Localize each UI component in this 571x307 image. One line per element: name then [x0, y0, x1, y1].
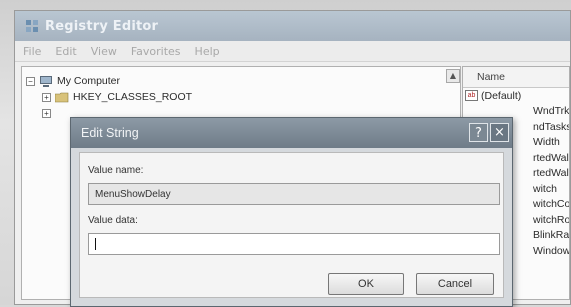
- value-data-label: Value data:: [88, 215, 138, 226]
- dialog-body: Value name: MenuShowDelay Value data: OK…: [79, 152, 504, 298]
- column-header-label: Name: [477, 71, 506, 83]
- tree-item-label: HKEY_CLASSES_ROOT: [73, 91, 193, 103]
- cancel-button[interactable]: Cancel: [416, 273, 494, 295]
- expand-icon[interactable]: +: [42, 92, 51, 102]
- list-item-label: rtedWallp: [533, 167, 569, 180]
- value-name-label: Value name:: [88, 165, 144, 176]
- dialog-title: Edit String: [81, 126, 139, 140]
- column-header-name[interactable]: Name: [463, 67, 569, 88]
- computer-icon: [40, 75, 52, 87]
- list-item-label: rtedWallp: [533, 151, 569, 164]
- scroll-up-icon[interactable]: ▲: [446, 69, 460, 83]
- list-item-label: witch: [533, 182, 557, 195]
- edit-string-dialog: Edit String ? × Value name: MenuShowDela…: [70, 117, 513, 307]
- help-button[interactable]: ?: [469, 123, 488, 142]
- ok-button[interactable]: OK: [328, 273, 404, 295]
- tree-item-hkey-classes-root[interactable]: + HKEY_CLASSES_ROOT: [42, 89, 192, 105]
- tree-item-partial[interactable]: +: [42, 105, 55, 121]
- registry-app-icon: [26, 20, 38, 32]
- registry-title-bar[interactable]: Registry Editor: [15, 11, 570, 41]
- list-item-label: Width: [533, 136, 560, 149]
- expand-icon[interactable]: +: [42, 108, 51, 118]
- menu-edit[interactable]: Edit: [55, 45, 76, 58]
- list-item-label: (Default): [481, 89, 522, 102]
- list-item-label: witchRows: [533, 213, 570, 226]
- string-value-icon: ab: [465, 90, 478, 102]
- text-caret: [95, 238, 96, 250]
- list-item-label: Windows: [533, 244, 570, 257]
- menu-favorites[interactable]: Favorites: [131, 45, 181, 58]
- list-item-label: BlinkRate: [533, 229, 570, 242]
- value-name-field[interactable]: MenuShowDelay: [88, 183, 500, 205]
- value-name-text: MenuShowDelay: [95, 188, 171, 200]
- tree-item-label: My Computer: [57, 75, 121, 87]
- list-item-label: witchColum: [533, 198, 570, 211]
- registry-title: Registry Editor: [45, 18, 159, 34]
- list-item-label: ndTasks: [533, 120, 570, 133]
- collapse-icon[interactable]: −: [26, 76, 35, 86]
- value-data-input[interactable]: [88, 233, 500, 255]
- menu-file[interactable]: File: [23, 45, 41, 58]
- dialog-title-bar[interactable]: Edit String ? ×: [71, 118, 512, 148]
- tree-item-my-computer[interactable]: − My Computer: [26, 73, 120, 89]
- list-item-label: WndTrkTe: [533, 105, 570, 118]
- folder-icon: [55, 92, 69, 102]
- menu-view[interactable]: View: [91, 45, 117, 58]
- menu-help[interactable]: Help: [195, 45, 220, 58]
- menu-bar: File Edit View Favorites Help: [15, 41, 570, 62]
- close-button[interactable]: ×: [490, 123, 509, 142]
- list-item[interactable]: ab (Default): [463, 88, 569, 104]
